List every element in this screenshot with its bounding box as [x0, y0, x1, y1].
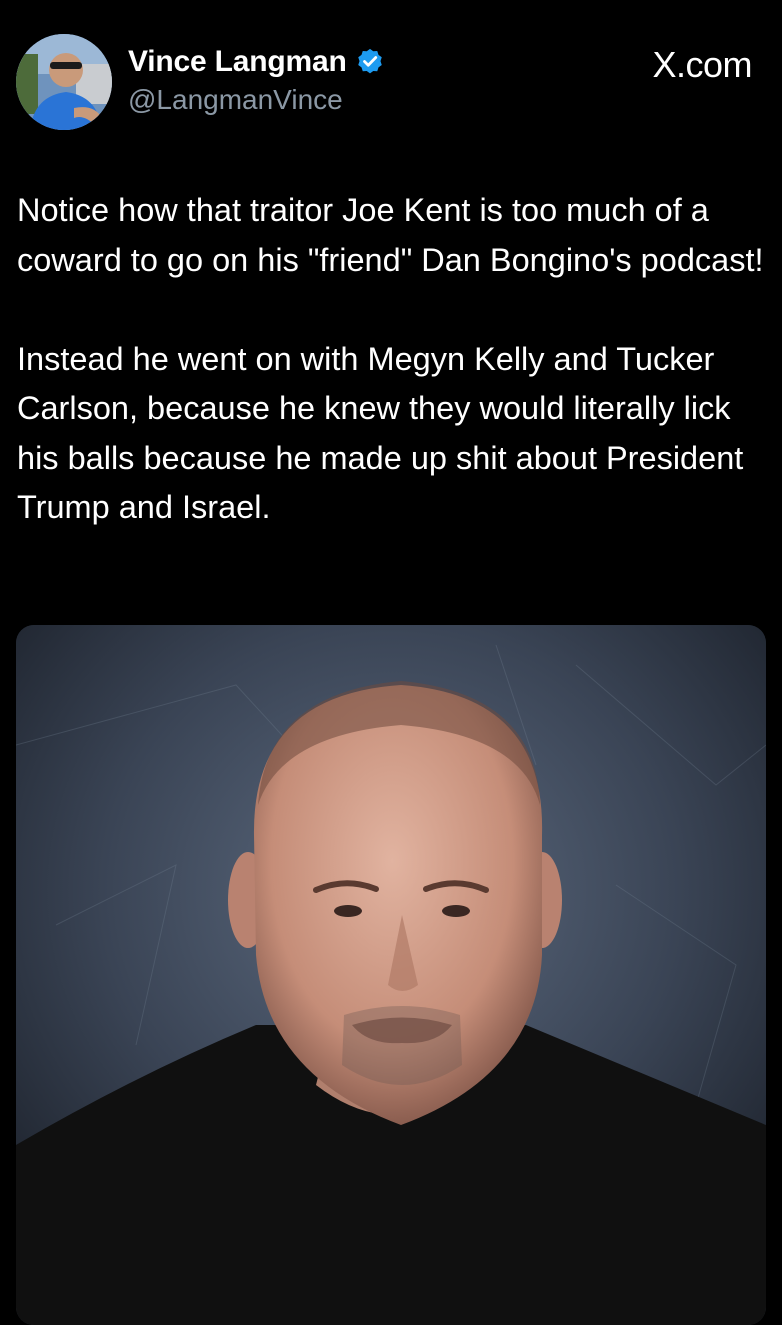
site-label: X.com [652, 44, 752, 85]
avatar-image [16, 34, 112, 130]
tweet-text: Notice how that traitor Joe Kent is too … [17, 186, 767, 533]
portrait-photo [16, 625, 766, 1325]
tweet-header: Vince Langman @LangmanVince X.com [16, 34, 766, 134]
handle[interactable]: @LangmanVince [128, 84, 385, 116]
tweet-paragraph-2: Instead he went on with Megyn Kelly and … [17, 340, 744, 526]
tweet-media-image[interactable] [16, 625, 766, 1325]
tweet-paragraph-1: Notice how that traitor Joe Kent is too … [17, 192, 764, 278]
name-row: Vince Langman [128, 42, 385, 82]
author-block: Vince Langman @LangmanVince [128, 42, 385, 116]
verified-badge-icon [355, 47, 385, 77]
display-name[interactable]: Vince Langman [128, 45, 347, 79]
avatar[interactable] [16, 34, 112, 130]
